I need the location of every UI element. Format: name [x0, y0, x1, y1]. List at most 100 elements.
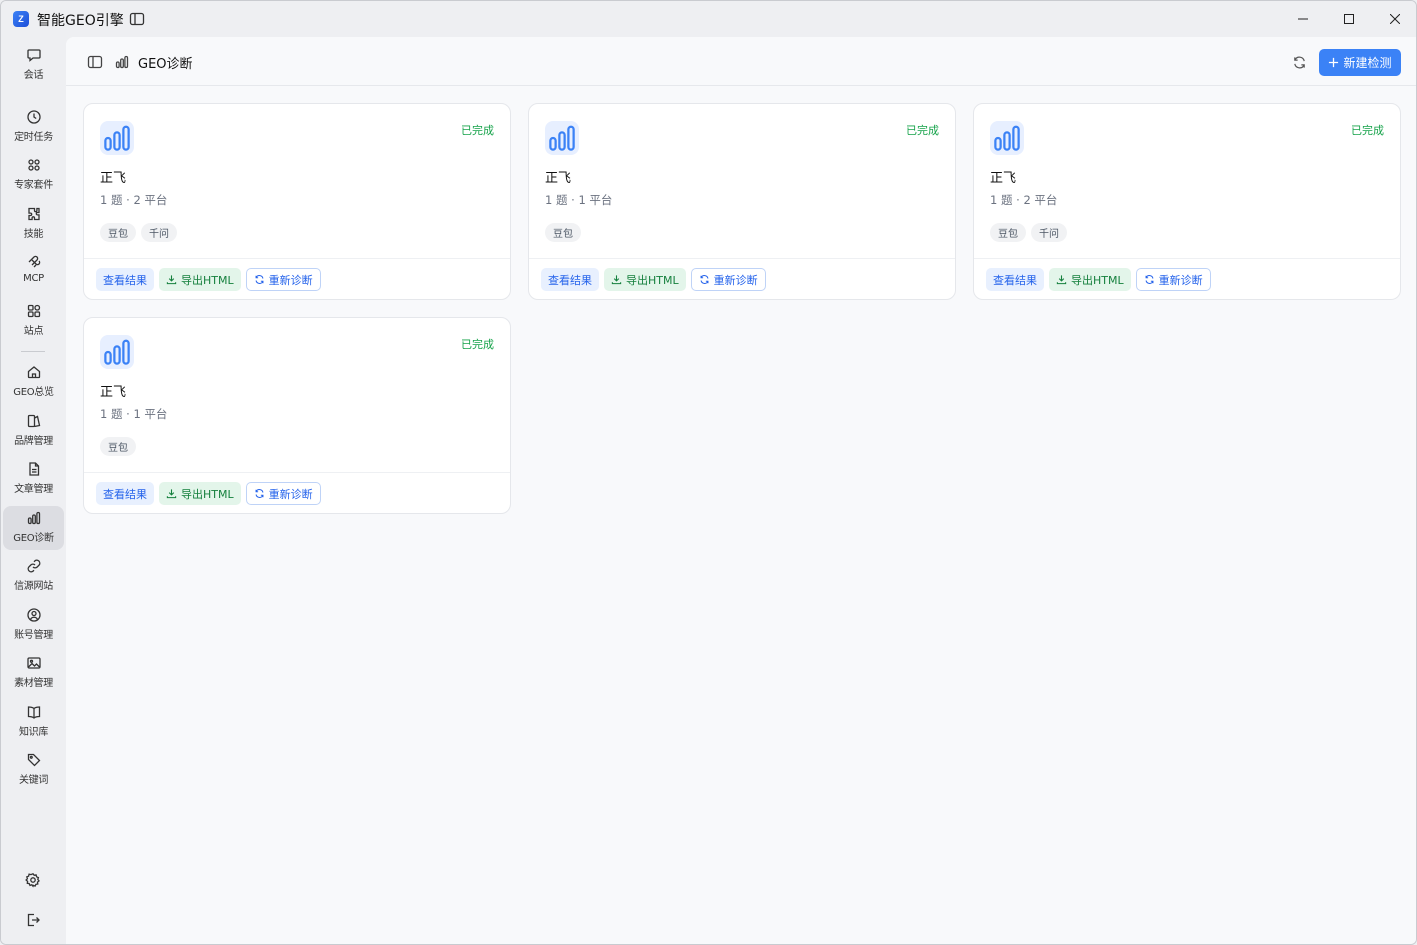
app-title: 智能GEO引擎 [37, 13, 124, 29]
rail-label: 账号管理 [14, 630, 53, 641]
rail-label: 专家套件 [14, 180, 53, 191]
rediagnose-label: 重新诊断 [713, 273, 758, 287]
export-html-button[interactable]: 导出HTML [1049, 268, 1131, 291]
refresh-icon [1293, 56, 1305, 68]
export-html-label: 导出HTML [1071, 273, 1124, 287]
rail-label: 信源网站 [14, 581, 53, 592]
rail-item-mcp[interactable]: MCP [3, 250, 64, 294]
export-html-label: 导出HTML [181, 273, 234, 287]
settings-button[interactable] [21, 868, 45, 892]
platform-tag: 豆包 [990, 223, 1026, 242]
rail-item-chat[interactable]: 会话 [3, 43, 64, 87]
view-results-label: 查看结果 [103, 273, 147, 287]
rediagnose-label: 重新诊断 [1158, 273, 1203, 287]
status-badge: 已完成 [1351, 124, 1384, 137]
export-html-button[interactable]: 导出HTML [604, 268, 686, 291]
maximize-button[interactable] [1326, 1, 1372, 37]
sidebar-toggle-icon[interactable] [129, 11, 145, 27]
rail-item-keywords[interactable]: 关键词 [3, 748, 64, 792]
brand-icon [27, 414, 40, 428]
view-results-label: 查看结果 [548, 273, 592, 287]
new-detection-label: 新建检测 [1343, 56, 1392, 70]
download-icon [1056, 275, 1067, 285]
card-meta: 1 题 · 2 平台 [100, 193, 168, 207]
status-badge: 已完成 [461, 338, 494, 351]
panel-toggle-icon[interactable] [87, 54, 103, 70]
rail-item-account-management[interactable]: 账号管理 [3, 603, 64, 647]
rail-item-geo-overview[interactable]: GEO总览 [3, 360, 64, 404]
minimize-button[interactable] [1280, 1, 1326, 37]
card-title: 正飞 [100, 385, 127, 400]
close-button[interactable] [1372, 1, 1416, 37]
platform-tags: 豆包 [100, 437, 136, 456]
rediagnose-label: 重新诊断 [268, 273, 313, 287]
rediagnose-button[interactable]: 重新诊断 [690, 268, 766, 291]
rail-label: 技能 [23, 229, 44, 240]
platform-tags: 豆包 千问 [990, 223, 1067, 242]
title-bar: Z 智能GEO引擎 [1, 1, 1416, 37]
refresh-icon [1145, 275, 1154, 284]
app-logo: Z [13, 11, 29, 27]
rail-item-sites[interactable]: 站点 [3, 299, 64, 343]
chat-icon [26, 49, 41, 62]
view-results-button[interactable]: 查看结果 [541, 268, 599, 291]
rail-item-source-sites[interactable]: 信源网站 [3, 554, 64, 598]
card-actions: 查看结果 导出HTML 重新诊断 [541, 268, 766, 291]
card-actions: 查看结果 导出HTML 重新诊断 [986, 268, 1211, 291]
main-panel: GEO诊断 新建检测 已完成 正飞 1 题 · 2 平台 豆包 千问 查看结果 … [66, 37, 1416, 944]
rail-item-knowledge-base[interactable]: 知识库 [3, 700, 64, 744]
view-results-button[interactable]: 查看结果 [986, 268, 1044, 291]
card-meta: 1 题 · 2 平台 [990, 193, 1058, 207]
bar-chart-icon [100, 335, 134, 369]
rail-item-geo-diagnosis[interactable]: GEO诊断 [3, 506, 64, 550]
user-icon [26, 608, 41, 622]
view-results-button[interactable]: 查看结果 [96, 482, 154, 505]
bar-chart-icon [114, 54, 130, 70]
grid-icon [27, 159, 40, 171]
new-detection-button[interactable]: 新建检测 [1319, 49, 1401, 76]
sites-icon [27, 304, 40, 318]
rediagnose-button[interactable]: 重新诊断 [1135, 268, 1211, 291]
export-html-label: 导出HTML [626, 273, 679, 287]
view-results-label: 查看结果 [993, 273, 1037, 287]
platform-tag: 千问 [1031, 223, 1067, 242]
book-icon [27, 706, 40, 719]
rail-label: 素材管理 [14, 678, 53, 689]
diagnosis-card[interactable]: 已完成 正飞 1 题 · 1 平台 豆包 查看结果 导出HTML 重新诊断 [528, 103, 956, 300]
platform-tags: 豆包 [545, 223, 581, 242]
diagnosis-card[interactable]: 已完成 正飞 1 题 · 1 平台 豆包 查看结果 导出HTML 重新诊断 [83, 317, 511, 514]
card-meta: 1 题 · 1 平台 [545, 193, 613, 207]
export-html-label: 导出HTML [181, 487, 234, 501]
rail-item-skills[interactable]: 技能 [3, 202, 64, 246]
rail-label: 品牌管理 [14, 436, 53, 447]
rail-item-material-management[interactable]: 素材管理 [3, 651, 64, 695]
rail-item-scheduled-tasks[interactable]: 定时任务 [3, 105, 64, 149]
mcp-icon [28, 255, 40, 268]
platform-tag: 豆包 [100, 437, 136, 456]
rail-item-article-management[interactable]: 文章管理 [3, 457, 64, 501]
diagnosis-card[interactable]: 已完成 正飞 1 题 · 2 平台 豆包 千问 查看结果 导出HTML 重新诊断 [973, 103, 1401, 300]
logout-button[interactable] [21, 908, 45, 932]
diagnosis-card[interactable]: 已完成 正飞 1 题 · 2 平台 豆包 千问 查看结果 导出HTML 重新诊断 [83, 103, 511, 300]
rediagnose-button[interactable]: 重新诊断 [245, 268, 321, 291]
rediagnose-button[interactable]: 重新诊断 [245, 482, 321, 505]
export-html-button[interactable]: 导出HTML [159, 268, 241, 291]
view-results-button[interactable]: 查看结果 [96, 268, 154, 291]
refresh-icon [255, 489, 264, 498]
bar-chart-icon [545, 121, 579, 155]
status-badge: 已完成 [461, 124, 494, 137]
export-html-button[interactable]: 导出HTML [159, 482, 241, 505]
refresh-button[interactable] [1290, 53, 1308, 71]
page-header: GEO诊断 新建检测 [66, 37, 1416, 86]
card-actions: 查看结果 导出HTML 重新诊断 [96, 268, 321, 291]
rail-item-expert-suite[interactable]: 专家套件 [3, 153, 64, 197]
card-title: 正飞 [100, 171, 127, 186]
rail-label: 关键词 [18, 775, 49, 786]
rail-label: 定时任务 [14, 132, 53, 143]
refresh-icon [700, 275, 709, 284]
rail-label: 会话 [23, 70, 44, 81]
rail-item-brand-management[interactable]: 品牌管理 [3, 409, 64, 453]
gear-icon [25, 873, 40, 888]
clock-icon [26, 110, 41, 124]
card-divider [84, 258, 510, 259]
